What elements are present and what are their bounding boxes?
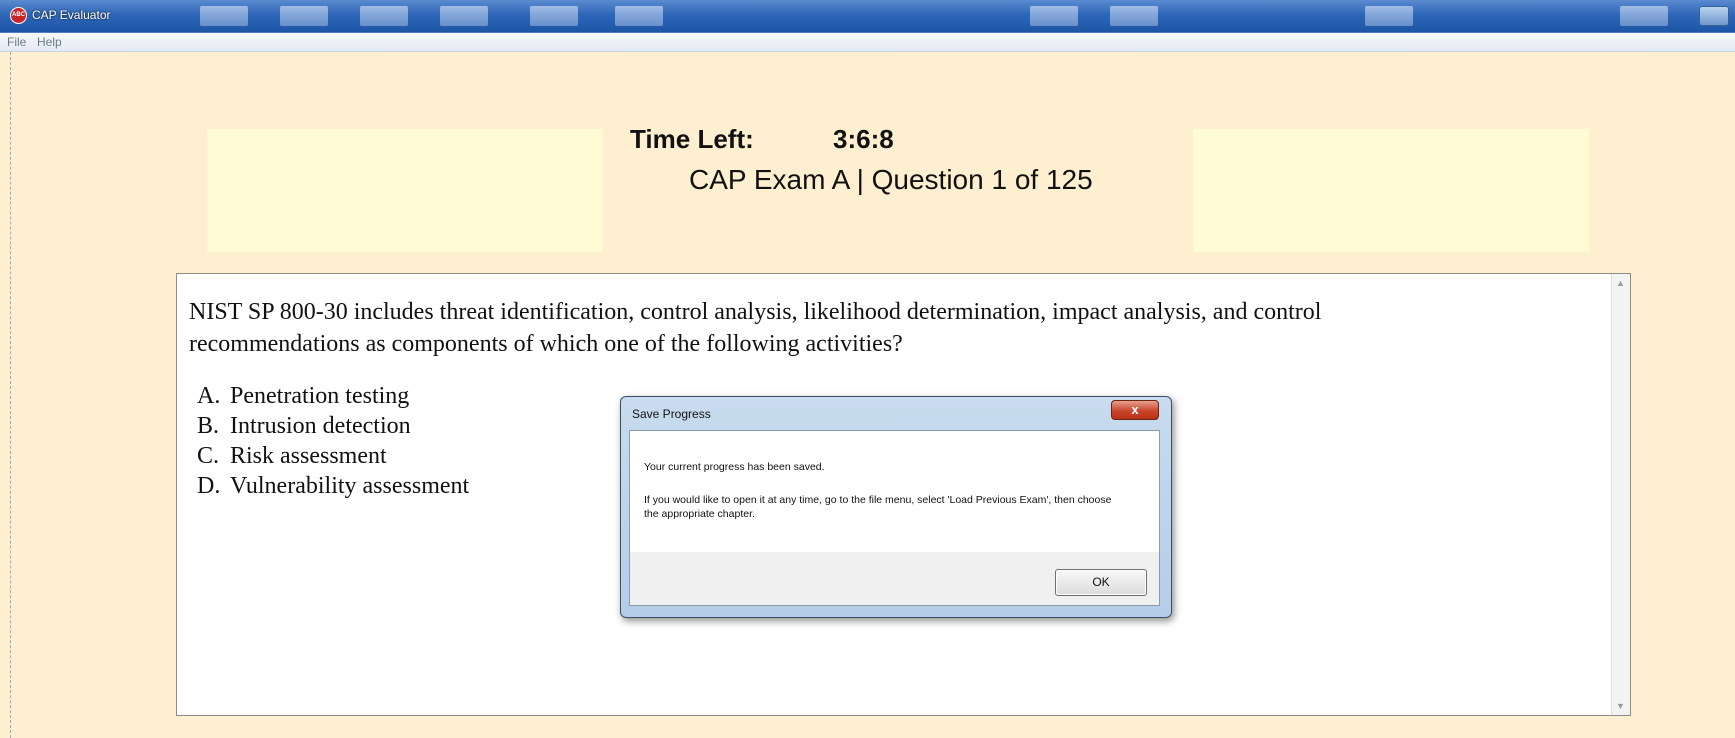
save-progress-dialog: Save Progress x Your current progress ha… xyxy=(620,396,1172,618)
background-window-thumbnail xyxy=(360,6,408,26)
background-window-thumbnail xyxy=(530,6,578,26)
option-letter: D. xyxy=(197,473,221,499)
exam-question-header: CAP Exam A | Question 1 of 125 xyxy=(689,164,1093,195)
time-left-value: 3:6:8 xyxy=(833,124,894,154)
option-text: Intrusion detection xyxy=(230,413,411,439)
option-text: Penetration testing xyxy=(230,383,410,409)
background-window-thumbnail xyxy=(1365,6,1413,26)
dialog-message-instructions: If you would like to open it at any time… xyxy=(644,494,1112,520)
vertical-scrollbar[interactable]: ▲ ▼ xyxy=(1611,274,1630,715)
menu-help[interactable]: Help xyxy=(37,35,62,49)
option-text: Vulnerability assessment xyxy=(230,473,470,499)
option-letter: C. xyxy=(197,443,220,469)
option-letter: B. xyxy=(197,413,220,439)
ok-button[interactable]: OK xyxy=(1055,569,1147,596)
option-letter: A. xyxy=(197,383,221,409)
background-window-thumbnail xyxy=(440,6,488,26)
answer-option-d[interactable]: D. Vulnerability assessment xyxy=(197,471,469,501)
option-text: Risk assessment xyxy=(230,443,387,469)
dialog-close-button[interactable]: x xyxy=(1111,400,1159,420)
dialog-message-area: Your current progress has been saved. If… xyxy=(630,431,1159,552)
dialog-title: Save Progress xyxy=(632,407,711,421)
answer-option-c[interactable]: C. Risk assessment xyxy=(197,441,469,471)
title-bar: ABC CAP Evaluator xyxy=(0,0,1735,33)
background-window-thumbnail xyxy=(615,6,663,26)
time-left-label: Time Left: xyxy=(630,124,754,154)
answer-option-a[interactable]: A. Penetration testing xyxy=(197,381,469,411)
window-control-button[interactable] xyxy=(1699,6,1729,26)
background-window-thumbnail xyxy=(1110,6,1158,26)
dialog-body: Your current progress has been saved. If… xyxy=(629,430,1160,606)
menu-bar: File Help xyxy=(0,33,1735,52)
header-panel-right xyxy=(1193,129,1589,252)
background-window-thumbnail xyxy=(280,6,328,26)
app-icon: ABC xyxy=(10,7,27,24)
window-title: CAP Evaluator xyxy=(32,8,111,22)
background-window-thumbnail xyxy=(1030,6,1078,26)
form-edge-guide xyxy=(10,52,11,738)
answer-option-b[interactable]: B. Intrusion detection xyxy=(197,411,469,441)
dialog-message-saved: Your current progress has been saved. xyxy=(644,461,825,473)
background-window-thumbnail xyxy=(1620,6,1668,26)
scroll-up-arrow-icon[interactable]: ▲ xyxy=(1616,278,1625,288)
scroll-down-arrow-icon[interactable]: ▼ xyxy=(1616,701,1625,711)
background-window-thumbnail xyxy=(200,6,248,26)
question-text: NIST SP 800-30 includes threat identific… xyxy=(189,299,1322,357)
answer-options: A. Penetration testing B. Intrusion dete… xyxy=(197,381,469,501)
header-panel-left xyxy=(207,129,603,252)
menu-file[interactable]: File xyxy=(7,35,26,49)
